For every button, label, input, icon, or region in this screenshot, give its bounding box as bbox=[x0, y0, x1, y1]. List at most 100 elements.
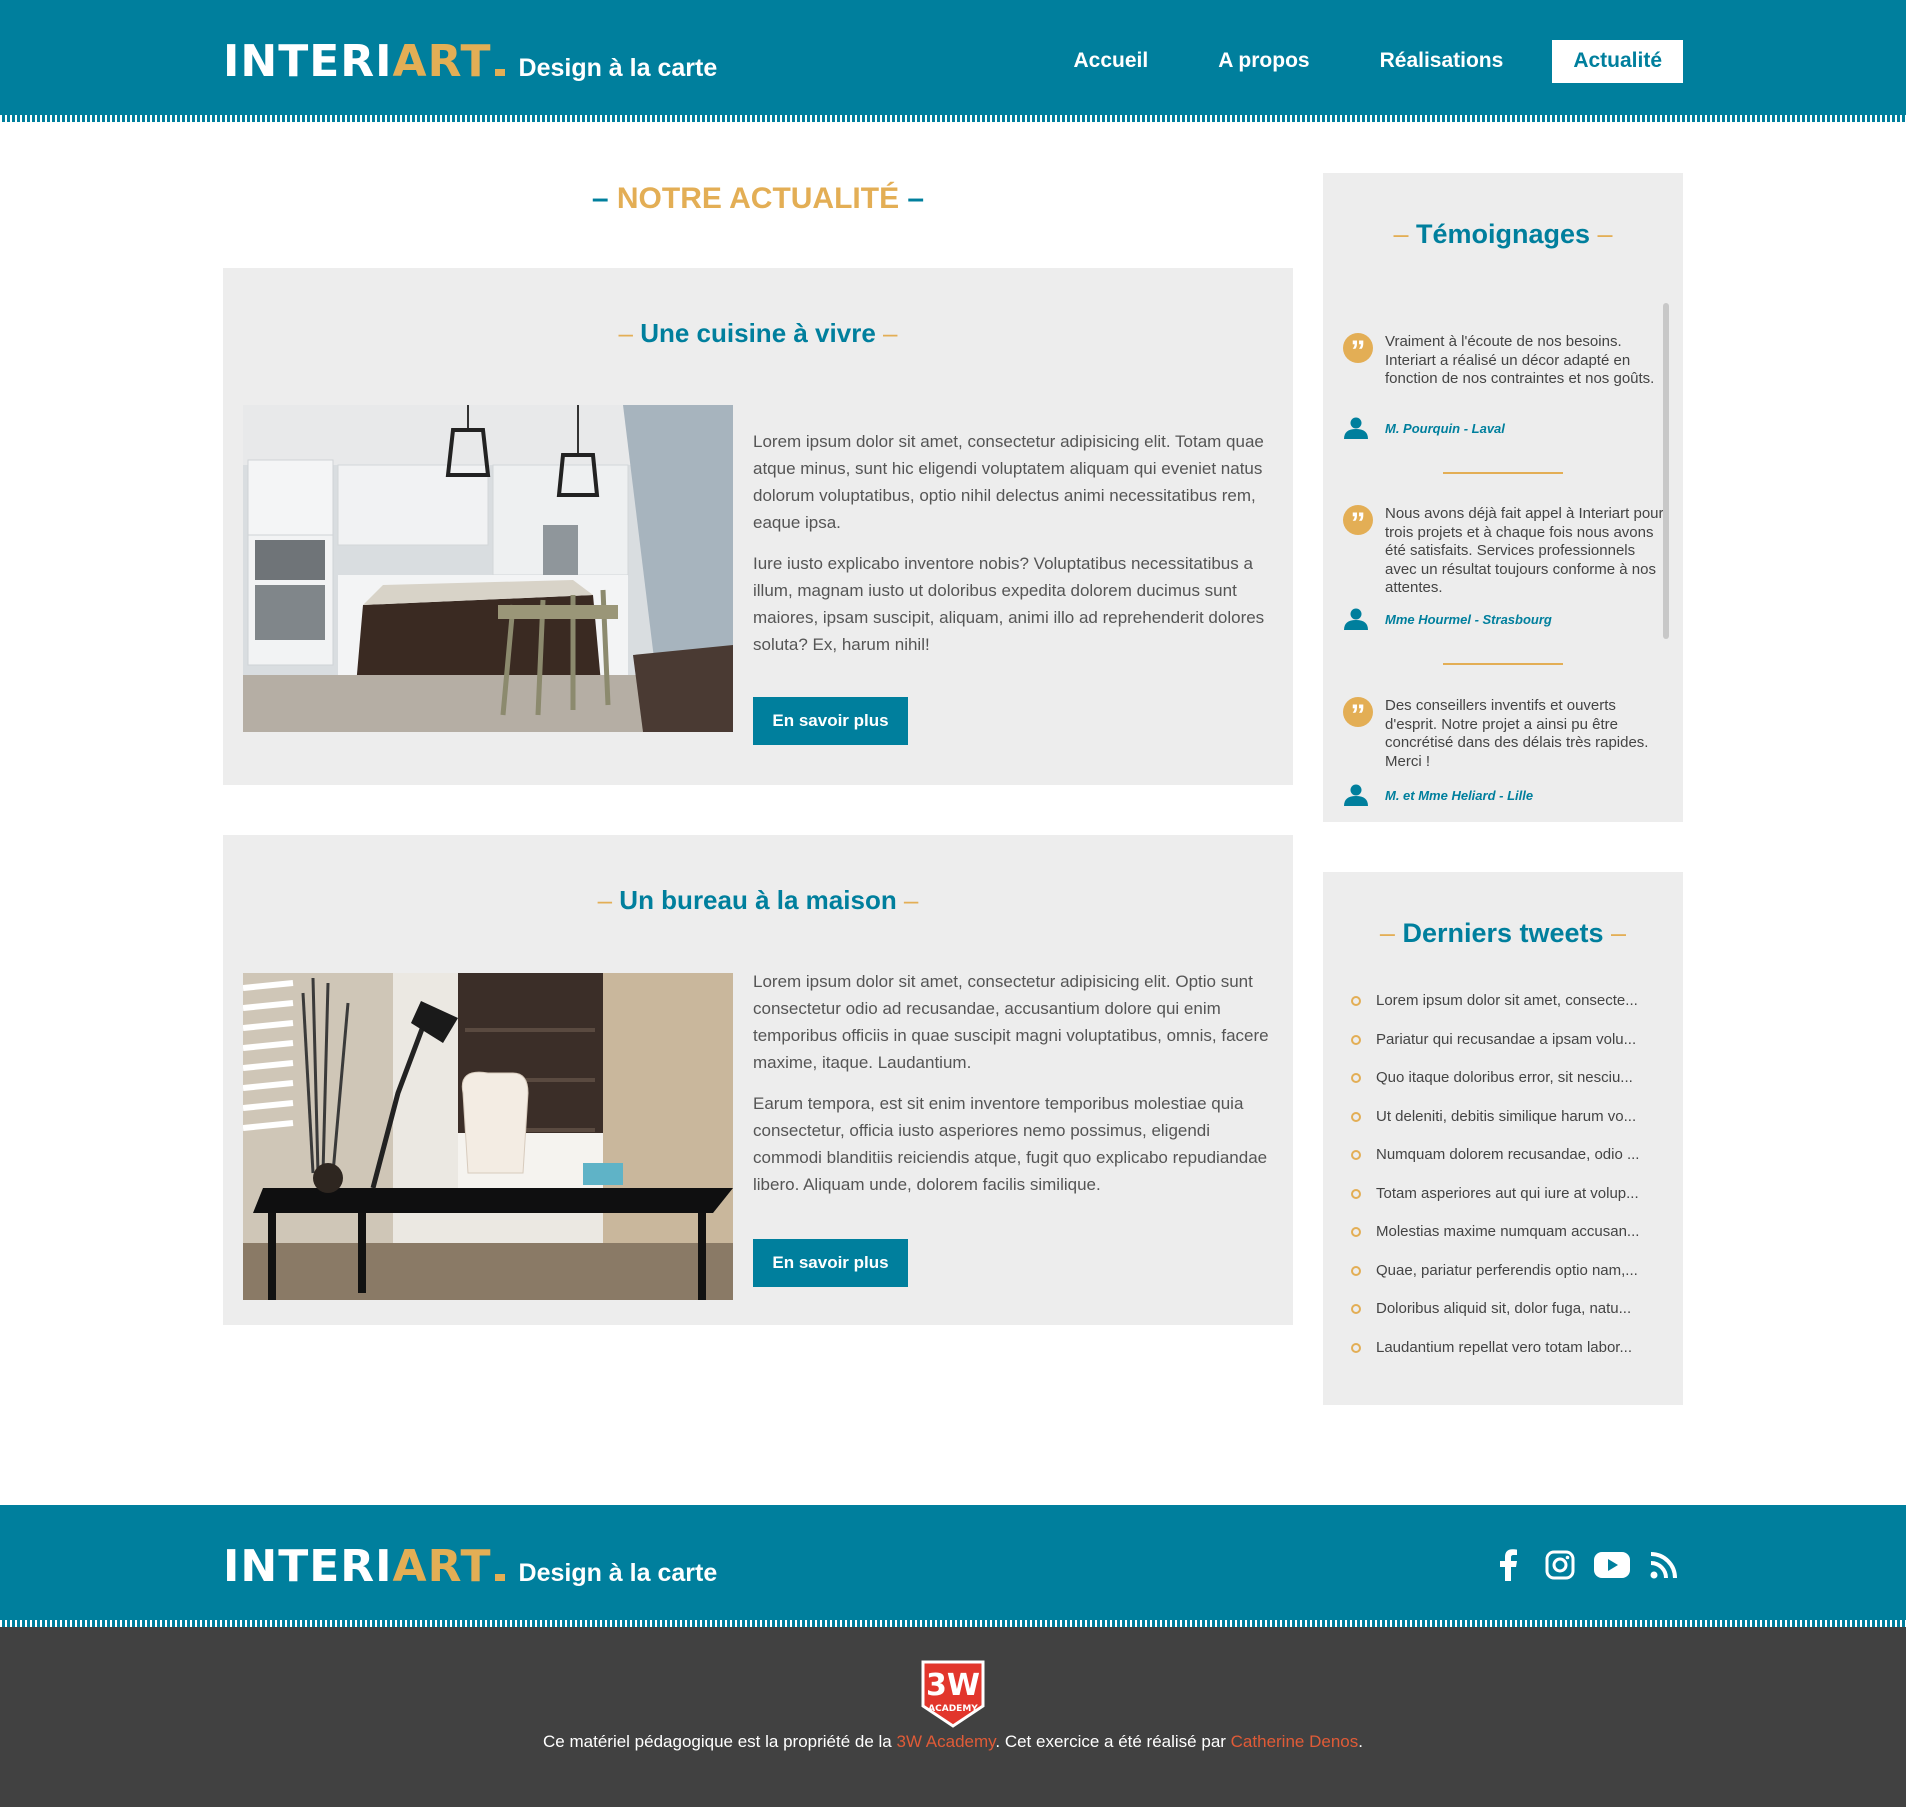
testimonials-title: – Témoignages – bbox=[1323, 219, 1683, 250]
page-title-text: NOTRE ACTUALITÉ bbox=[616, 182, 900, 215]
article-paragraph: Lorem ipsum dolor sit amet, consectetur … bbox=[753, 972, 1269, 1072]
bullet-circle-icon bbox=[1351, 1111, 1361, 1122]
title-dash-right: – bbox=[875, 318, 898, 348]
footer-logo[interactable]: INTERI ART Design à la carte bbox=[223, 1541, 717, 1592]
testimonial-item: ” Vraiment à l'écoute de nos besoins. In… bbox=[1343, 333, 1668, 443]
social-links bbox=[1490, 1547, 1682, 1583]
title-dash-right: – bbox=[1603, 918, 1627, 948]
credits-prefix: Ce matériel pédagogique est la propriété… bbox=[543, 1732, 897, 1751]
bullet-circle-icon bbox=[1351, 1304, 1361, 1314]
kitchen-photo bbox=[243, 405, 733, 732]
tweet-text: Doloribus aliquid sit, dolor fuga, natu.… bbox=[1376, 1300, 1632, 1317]
tweet-text: Totam asperiores aut qui iure at volup..… bbox=[1376, 1184, 1639, 1202]
header-dash-border bbox=[0, 115, 1906, 122]
bullet-circle-icon bbox=[1351, 996, 1361, 1006]
home-office-photo bbox=[243, 973, 733, 1300]
tweet-text: Molestias maxime numquam accusan... bbox=[1376, 1223, 1640, 1240]
user-icon bbox=[1344, 784, 1368, 806]
facebook-icon[interactable] bbox=[1490, 1547, 1526, 1583]
testimonials-widget: – Témoignages – ” Vraiment à l'écoute de… bbox=[1323, 173, 1683, 822]
testimonial-author: Mme Hourmel - Strasbourg bbox=[1385, 612, 1552, 627]
user-icon bbox=[1344, 417, 1368, 439]
logo-text-part1: INTERI bbox=[223, 1541, 393, 1592]
article-title-text: Un bureau à la maison bbox=[619, 885, 897, 915]
tweet-item[interactable]: Laudantium repellat vero totam labor... bbox=[1351, 1339, 1661, 1378]
title-dash-right: – bbox=[1590, 219, 1613, 249]
3w-academy-logo[interactable]: 3W ACADEMY bbox=[921, 1660, 985, 1728]
testimonial-text: Des conseillers inventifs et ouverts d'e… bbox=[1385, 697, 1649, 770]
quote-icon: ” bbox=[1343, 505, 1373, 540]
tweet-item[interactable]: Lorem ipsum dolor sit amet, consecte... bbox=[1351, 992, 1661, 1031]
article-paragraph: Lorem ipsum dolor sit amet, consectetur … bbox=[753, 432, 1264, 532]
title-dash-left: – bbox=[1379, 918, 1403, 948]
credits-suffix: . bbox=[1358, 1732, 1363, 1751]
tweet-item[interactable]: Molestias maxime numquam accusan... bbox=[1351, 1223, 1661, 1262]
article-paragraph: Iure iusto explicabo inventore nobis? Vo… bbox=[753, 554, 1265, 654]
nav-item-accueil[interactable]: Accueil bbox=[1053, 40, 1170, 83]
tweet-text: Quo itaque doloribus error, sit nesciu..… bbox=[1376, 1069, 1633, 1086]
tweet-text: Ut deleniti, debitis similique harum vo.… bbox=[1376, 1107, 1637, 1125]
tweet-item[interactable]: Pariatur qui recusandae a ipsam volu... bbox=[1351, 1031, 1661, 1070]
title-dash-right: – bbox=[899, 182, 925, 215]
title-dash-right: – bbox=[896, 885, 919, 915]
article-body: Lorem ipsum dolor sit amet, consectetur … bbox=[753, 968, 1273, 1212]
main-nav: Accueil A propos Réalisations Actualité bbox=[1025, 40, 1683, 83]
read-more-button[interactable]: En savoir plus bbox=[753, 1239, 908, 1287]
tweet-item[interactable]: Ut deleniti, debitis similique harum vo.… bbox=[1351, 1108, 1661, 1147]
logo-text-part2: ART bbox=[392, 1541, 492, 1592]
article-title: – Un bureau à la maison – bbox=[223, 885, 1293, 916]
author-link[interactable]: Catherine Denos bbox=[1231, 1732, 1359, 1751]
tweet-list: Lorem ipsum dolor sit amet, consecte... … bbox=[1351, 992, 1661, 1377]
tweet-item[interactable]: Quo itaque doloribus error, sit nesciu..… bbox=[1351, 1069, 1661, 1108]
testimonials-title-text: Témoignages bbox=[1415, 219, 1591, 249]
nav-item-actualite[interactable]: Actualité bbox=[1552, 40, 1683, 83]
kitchen-illustration bbox=[243, 405, 733, 732]
testimonial-separator bbox=[1443, 663, 1563, 665]
tweets-title-text: Derniers tweets bbox=[1402, 918, 1604, 948]
quote-icon: ” bbox=[1343, 333, 1373, 368]
rss-icon[interactable] bbox=[1646, 1547, 1682, 1583]
footer-brand-bar: INTERI ART Design à la carte bbox=[0, 1505, 1906, 1627]
article-title: – Une cuisine à vivre – bbox=[223, 318, 1293, 349]
tweets-widget: – Derniers tweets – Lorem ipsum dolor si… bbox=[1323, 872, 1683, 1405]
read-more-button[interactable]: En savoir plus bbox=[753, 697, 908, 745]
article-card-kitchen: – Une cuisine à vivre – Lorem ipsum dolo… bbox=[223, 268, 1293, 785]
office-illustration bbox=[243, 973, 733, 1300]
tweet-text: Laudantium repellat vero totam labor... bbox=[1376, 1338, 1632, 1356]
logo-text-part1: INTERI bbox=[223, 36, 393, 87]
tweet-text: Numquam dolorem recusandae, odio ... bbox=[1376, 1146, 1640, 1163]
logo-text-part2: ART bbox=[392, 36, 492, 87]
testimonials-scrollbar[interactable] bbox=[1663, 303, 1669, 639]
testimonial-author: M. et Mme Heliard - Lille bbox=[1385, 788, 1534, 803]
instagram-icon[interactable] bbox=[1542, 1547, 1578, 1583]
brand-tagline: Design à la carte bbox=[518, 1559, 718, 1587]
tweet-text: Quae, pariatur perferendis optio nam,... bbox=[1376, 1261, 1638, 1279]
title-dash-left: – bbox=[597, 885, 620, 915]
title-dash-left: – bbox=[591, 182, 617, 215]
3w-academy-link[interactable]: 3W Academy bbox=[896, 1732, 995, 1751]
article-title-text: Une cuisine à vivre bbox=[640, 318, 876, 348]
tweet-item[interactable]: Doloribus aliquid sit, dolor fuga, natu.… bbox=[1351, 1300, 1661, 1339]
article-card-office: – Un bureau à la maison – Lorem ipsum do… bbox=[223, 835, 1293, 1325]
nav-item-a-propos[interactable]: A propos bbox=[1197, 40, 1330, 83]
tweets-title: – Derniers tweets – bbox=[1323, 918, 1683, 949]
title-dash-left: – bbox=[1393, 219, 1416, 249]
academy-logo-subtext: ACADEMY bbox=[928, 1704, 978, 1714]
article-paragraph: Earum tempora, est sit enim inventore te… bbox=[753, 1094, 1268, 1194]
quote-icon: ” bbox=[1343, 697, 1373, 732]
academy-logo-text: 3W bbox=[926, 1668, 980, 1703]
brand-logo[interactable]: INTERI ART Design à la carte bbox=[223, 36, 717, 87]
nav-item-realisations[interactable]: Réalisations bbox=[1359, 40, 1525, 83]
tweet-item[interactable]: Numquam dolorem recusandae, odio ... bbox=[1351, 1146, 1661, 1185]
brand-tagline: Design à la carte bbox=[518, 54, 718, 82]
bullet-circle-icon bbox=[1351, 1034, 1361, 1045]
logo-dot bbox=[494, 1574, 505, 1581]
testimonial-separator bbox=[1443, 472, 1563, 474]
tweet-item[interactable]: Quae, pariatur perferendis optio nam,... bbox=[1351, 1262, 1661, 1301]
footer-dash-border bbox=[0, 1620, 1906, 1627]
site-header: INTERI ART Design à la carte Accueil A p… bbox=[0, 0, 1906, 122]
youtube-icon[interactable] bbox=[1594, 1547, 1630, 1583]
bullet-circle-icon bbox=[1351, 1265, 1361, 1276]
tweet-item[interactable]: Totam asperiores aut qui iure at volup..… bbox=[1351, 1185, 1661, 1224]
article-body: Lorem ipsum dolor sit amet, consectetur … bbox=[753, 428, 1273, 672]
